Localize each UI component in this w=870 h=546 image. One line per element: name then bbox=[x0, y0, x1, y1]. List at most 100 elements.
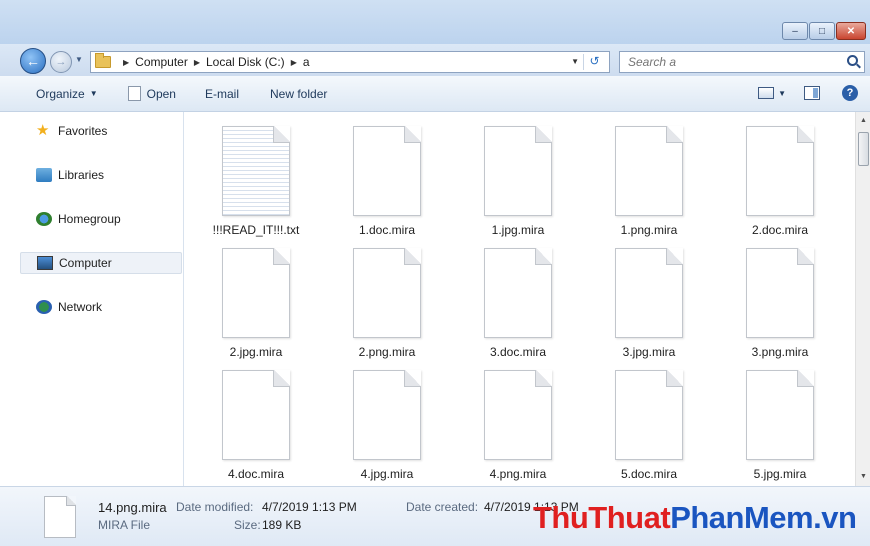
open-button[interactable]: Open bbox=[127, 86, 176, 101]
date-modified-value: 4/7/2019 1:13 PM bbox=[262, 500, 357, 514]
file-item[interactable]: 1.png.mira bbox=[594, 126, 704, 242]
open-label: Open bbox=[146, 86, 176, 101]
breadcrumb-chevron-icon[interactable]: ▶ bbox=[291, 58, 297, 67]
file-icon bbox=[615, 370, 683, 460]
size-value: 189 KB bbox=[262, 518, 302, 532]
file-item[interactable]: 3.jpg.mira bbox=[594, 248, 704, 364]
window-controls: – □ ✕ bbox=[781, 22, 866, 40]
file-item[interactable]: 1.doc.mira bbox=[332, 126, 442, 242]
file-item[interactable]: 3.png.mira bbox=[725, 248, 835, 364]
view-icon[interactable] bbox=[758, 87, 775, 99]
file-name: 1.doc.mira bbox=[358, 223, 416, 237]
nav-item-network[interactable]: Network bbox=[20, 296, 182, 318]
details-file-name: 14.png.mira bbox=[98, 500, 167, 515]
address-row: ← → ▼ ▶ Computer ▶ Local Disk (C:) ▶ a ▼… bbox=[0, 44, 870, 76]
close-button[interactable]: ✕ bbox=[836, 22, 866, 40]
nav-item-label: Computer bbox=[59, 256, 112, 270]
file-name: 2.jpg.mira bbox=[229, 345, 283, 359]
homegroup-icon bbox=[36, 212, 52, 226]
scrollbar-thumb[interactable] bbox=[858, 132, 869, 166]
nav-item-libraries[interactable]: Libraries bbox=[20, 164, 182, 186]
refresh-icon[interactable]: ↺ bbox=[583, 54, 605, 70]
file-name: 3.doc.mira bbox=[489, 345, 547, 359]
preview-pane-icon[interactable] bbox=[804, 86, 820, 100]
breadcrumb-computer[interactable]: Computer bbox=[135, 55, 188, 69]
watermark-part: .vn bbox=[813, 500, 857, 535]
help-icon[interactable]: ? bbox=[842, 85, 858, 101]
file-icon bbox=[484, 370, 552, 460]
nav-item-favorites[interactable]: ★ Favorites bbox=[20, 120, 182, 142]
file-icon bbox=[222, 248, 290, 338]
details-file-type: MIRA File bbox=[98, 518, 151, 532]
file-icon bbox=[484, 126, 552, 216]
maximize-button[interactable]: □ bbox=[809, 22, 835, 40]
size-label: Size: bbox=[234, 518, 261, 532]
breadcrumb-chevron-icon[interactable]: ▶ bbox=[123, 58, 129, 67]
search-box[interactable] bbox=[619, 51, 865, 73]
file-item[interactable]: 4.doc.mira bbox=[201, 370, 311, 486]
recent-pages-dropdown[interactable]: ▼ bbox=[75, 55, 83, 64]
file-item[interactable]: 3.doc.mira bbox=[463, 248, 573, 364]
file-item[interactable]: 1.jpg.mira bbox=[463, 126, 573, 242]
file-name: 1.png.mira bbox=[620, 223, 678, 237]
breadcrumb-folder-a[interactable]: a bbox=[303, 55, 310, 69]
file-icon bbox=[746, 126, 814, 216]
organize-button[interactable]: Organize ▼ bbox=[36, 87, 98, 101]
file-item[interactable]: 2.png.mira bbox=[332, 248, 442, 364]
file-icon bbox=[746, 248, 814, 338]
email-button[interactable]: E-mail bbox=[205, 87, 239, 101]
date-modified-label: Date modified: bbox=[176, 500, 254, 514]
file-item[interactable]: 5.jpg.mira bbox=[725, 370, 835, 486]
explorer-window: – □ ✕ ← → ▼ ▶ Computer ▶ Local Disk (C:)… bbox=[0, 0, 870, 546]
title-bar: – □ ✕ bbox=[0, 0, 870, 44]
vertical-scrollbar[interactable]: ▲ ▼ bbox=[855, 112, 870, 486]
file-name: 4.jpg.mira bbox=[360, 467, 414, 481]
document-icon bbox=[127, 86, 141, 101]
file-name: 1.jpg.mira bbox=[491, 223, 545, 237]
file-item[interactable]: 4.jpg.mira bbox=[332, 370, 442, 486]
minimize-button[interactable]: – bbox=[782, 22, 808, 40]
new-folder-button[interactable]: New folder bbox=[270, 87, 327, 101]
file-item[interactable]: 2.doc.mira bbox=[725, 126, 835, 242]
file-name: !!!READ_IT!!!.txt bbox=[212, 223, 300, 237]
file-icon bbox=[746, 370, 814, 460]
file-name: 3.png.mira bbox=[751, 345, 809, 359]
breadcrumb-local-disk[interactable]: Local Disk (C:) bbox=[206, 55, 285, 69]
address-dropdown-icon[interactable]: ▼ bbox=[571, 57, 579, 66]
text-file-icon bbox=[222, 126, 290, 216]
file-item[interactable]: 4.png.mira bbox=[463, 370, 573, 486]
file-icon bbox=[484, 248, 552, 338]
nav-item-label: Homegroup bbox=[58, 212, 121, 226]
computer-icon bbox=[37, 256, 53, 270]
address-bar[interactable]: ▶ Computer ▶ Local Disk (C:) ▶ a ▼ ↺ bbox=[90, 51, 610, 73]
search-icon[interactable] bbox=[847, 55, 858, 66]
file-name: 2.png.mira bbox=[358, 345, 416, 359]
file-name: 5.jpg.mira bbox=[753, 467, 807, 481]
scroll-up-icon[interactable]: ▲ bbox=[856, 114, 870, 128]
navigation-pane: ★ Favorites Libraries Homegroup Computer… bbox=[0, 112, 184, 486]
file-icon bbox=[353, 126, 421, 216]
file-icon bbox=[222, 370, 290, 460]
library-icon bbox=[36, 168, 52, 182]
file-list: !!!READ_IT!!!.txt 1.doc.mira 1.jpg.mira … bbox=[185, 112, 855, 486]
nav-item-computer[interactable]: Computer bbox=[20, 252, 182, 274]
file-icon bbox=[353, 248, 421, 338]
file-icon bbox=[44, 496, 76, 538]
back-arrow-icon: ← bbox=[26, 53, 40, 69]
file-item[interactable]: !!!READ_IT!!!.txt bbox=[201, 126, 311, 242]
scroll-down-icon[interactable]: ▼ bbox=[856, 470, 870, 484]
back-button[interactable]: ← bbox=[20, 48, 46, 74]
file-icon bbox=[615, 248, 683, 338]
file-name: 2.doc.mira bbox=[751, 223, 809, 237]
nav-item-homegroup[interactable]: Homegroup bbox=[20, 208, 182, 230]
file-name: 4.doc.mira bbox=[227, 467, 285, 481]
file-item[interactable]: 5.doc.mira bbox=[594, 370, 704, 486]
network-icon bbox=[36, 300, 52, 314]
search-input[interactable] bbox=[628, 55, 828, 69]
view-dropdown-icon[interactable]: ▼ bbox=[778, 89, 786, 98]
command-bar: Organize ▼ Open E-mail New folder ▼ ? bbox=[0, 76, 870, 112]
file-item[interactable]: 2.jpg.mira bbox=[201, 248, 311, 364]
breadcrumb-chevron-icon[interactable]: ▶ bbox=[194, 58, 200, 67]
file-icon bbox=[353, 370, 421, 460]
forward-button[interactable]: → bbox=[50, 51, 72, 73]
